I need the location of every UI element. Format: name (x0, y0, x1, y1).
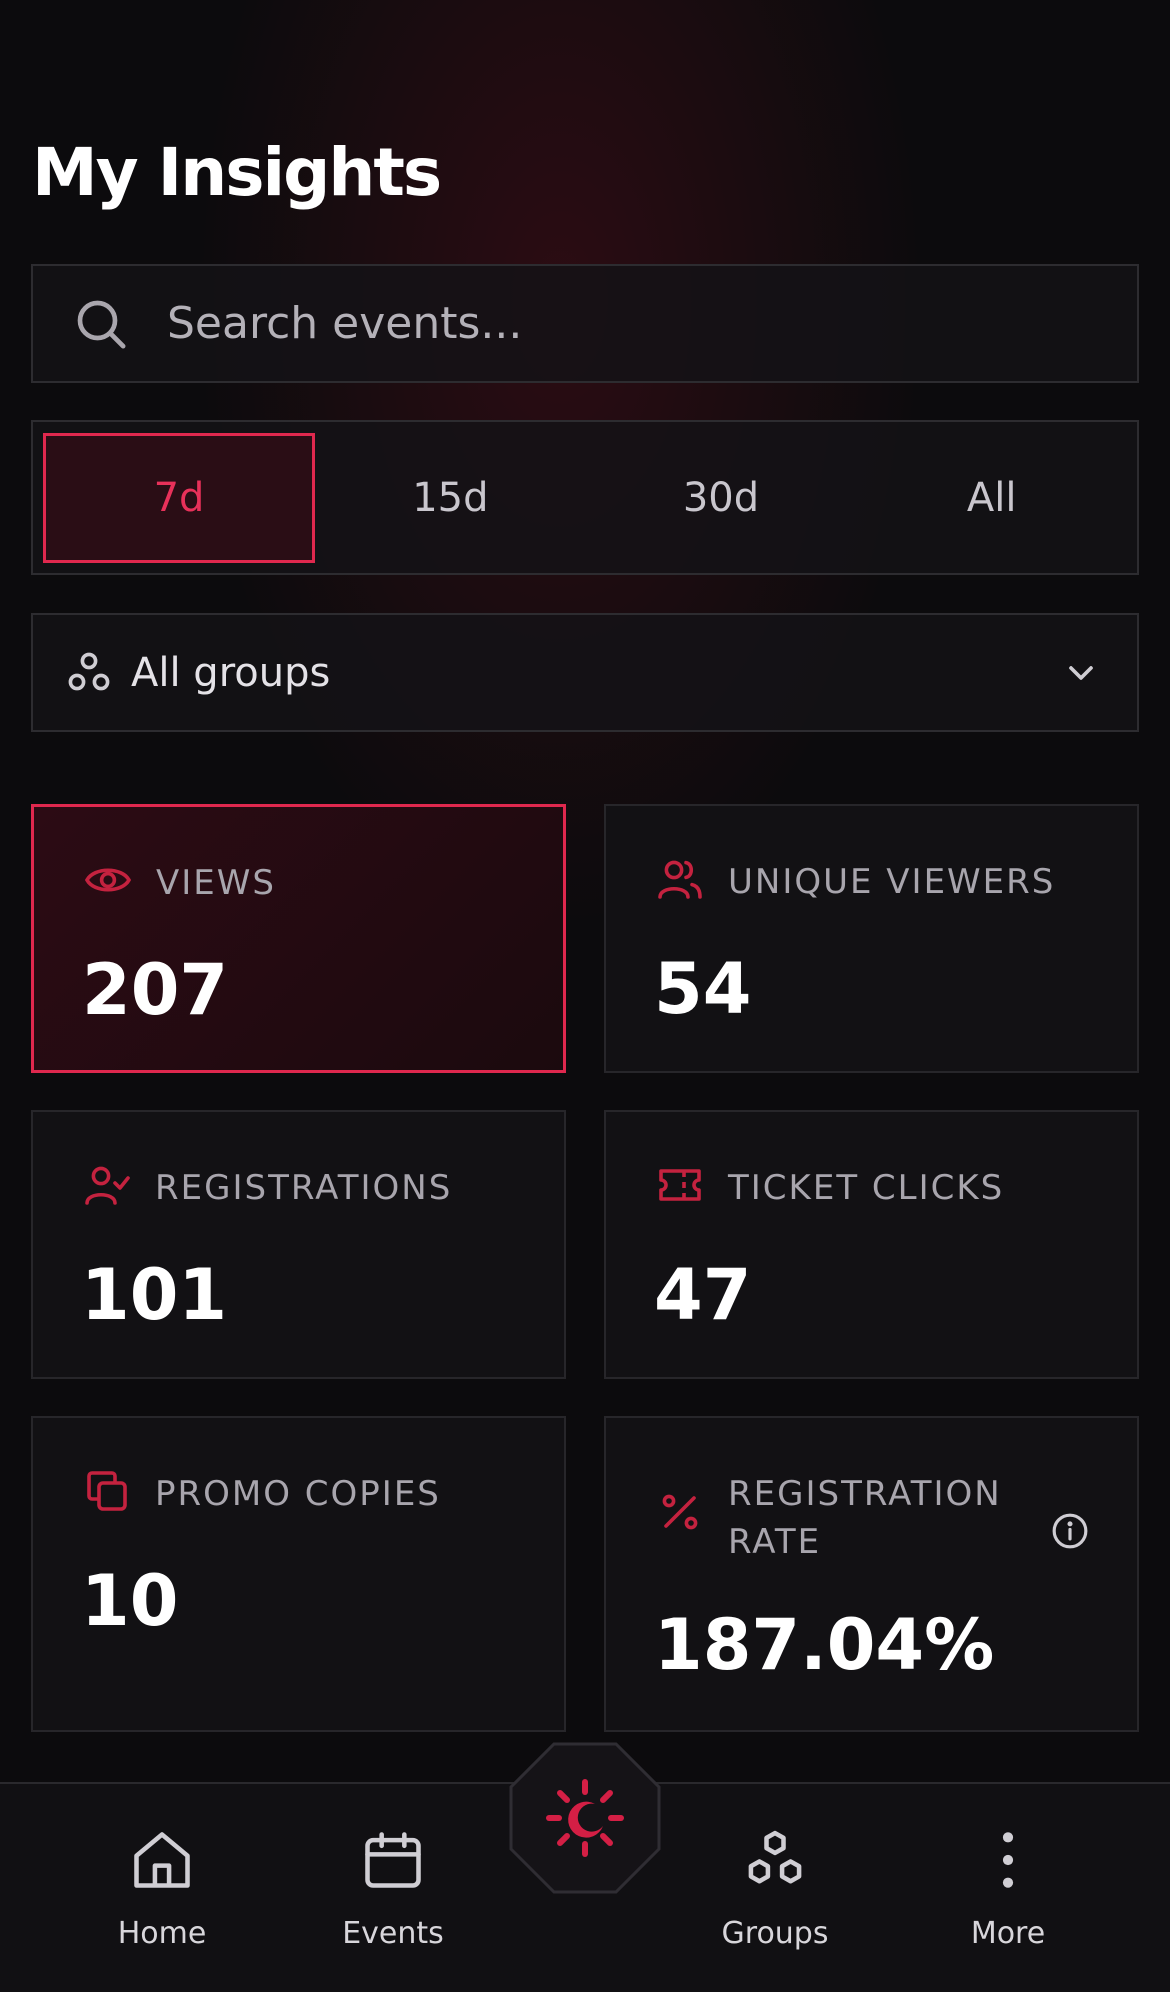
nav-item-home[interactable]: Home (62, 1826, 262, 1951)
user-check-icon (85, 1166, 130, 1205)
theme-toggle-button[interactable] (509, 1742, 661, 1894)
copy-icon (87, 1471, 127, 1511)
metric-card-registration-rate[interactable]: REGISTRATION RATE 187.04% (604, 1416, 1139, 1732)
nav-item-more[interactable]: More (908, 1826, 1108, 1951)
metric-card-ticket-clicks[interactable]: TICKET CLICKS 47 (604, 1110, 1139, 1379)
search-icon (77, 300, 126, 348)
time-range-selector: 7d 15d 30d All (31, 420, 1139, 575)
metric-label: VIEWS (156, 863, 276, 903)
chevron-down-icon (1069, 666, 1093, 680)
range-option-all[interactable]: All (856, 433, 1127, 563)
metric-label: UNIQUE VIEWERS (728, 862, 1056, 902)
metric-value: 10 (81, 1560, 179, 1642)
metric-card-unique-viewers[interactable]: UNIQUE VIEWERS 54 (604, 804, 1139, 1073)
metric-value: 207 (82, 949, 229, 1031)
insights-screen: My Insights 7d 15d 30d All All groups VI… (0, 0, 1170, 1992)
metric-label: TICKET CLICKS (728, 1168, 1005, 1208)
metric-value: 187.04% (654, 1604, 995, 1686)
range-option-7d[interactable]: 7d (43, 432, 315, 563)
metric-card-promo-copies[interactable]: PROMO COPIES 10 (31, 1416, 566, 1732)
metric-value: 54 (654, 948, 752, 1030)
groups-dropdown-label: All groups (131, 649, 331, 696)
metric-card-views[interactable]: VIEWS 207 (31, 804, 566, 1073)
metric-label: REGISTRATIONS (155, 1168, 453, 1208)
percent-icon (662, 1494, 698, 1530)
home-icon (134, 1832, 190, 1888)
nav-item-groups[interactable]: Groups (675, 1826, 875, 1951)
calendar-icon (365, 1832, 421, 1888)
groups-icon (748, 1830, 802, 1884)
page-title: My Insights (32, 134, 442, 211)
range-option-15d[interactable]: 15d (315, 433, 586, 563)
nav-label: Groups (721, 1916, 829, 1951)
nav-label: More (970, 1916, 1046, 1951)
nav-label: Home (117, 1916, 207, 1951)
groups-icon (68, 652, 110, 690)
ticket-icon (659, 1169, 701, 1201)
more-vertical-icon (1002, 1832, 1014, 1888)
info-icon[interactable] (1051, 1512, 1089, 1550)
metric-card-registrations[interactable]: REGISTRATIONS 101 (31, 1110, 566, 1379)
metric-value: 101 (81, 1254, 228, 1336)
nav-label: Events (342, 1916, 444, 1951)
metric-value: 47 (654, 1254, 752, 1336)
search-bar[interactable] (31, 264, 1139, 383)
nav-item-events[interactable]: Events (293, 1826, 493, 1951)
groups-dropdown[interactable]: All groups (31, 613, 1139, 732)
users-icon (658, 860, 702, 899)
metric-label: REGISTRATION RATE (728, 1474, 1002, 1562)
metric-label: PROMO COPIES (155, 1474, 441, 1514)
search-input[interactable] (167, 298, 1067, 349)
range-option-30d[interactable]: 30d (586, 433, 857, 563)
eye-icon (84, 868, 132, 892)
